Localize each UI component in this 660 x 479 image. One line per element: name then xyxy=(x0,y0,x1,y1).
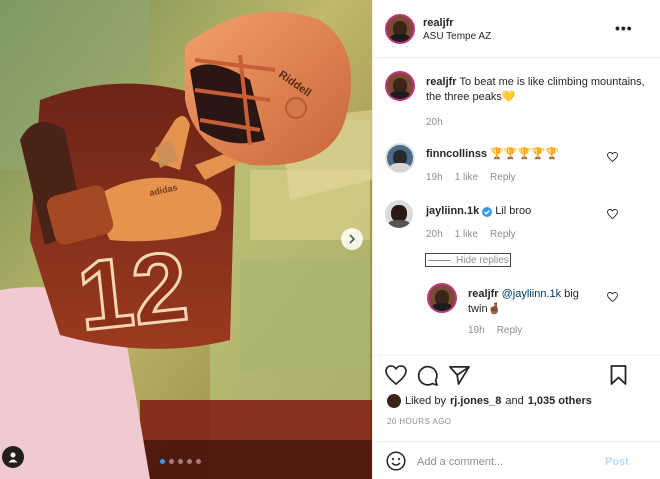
caption-time[interactable]: 20h xyxy=(426,117,443,128)
comments-list[interactable]: realjfr To beat me is like climbing moun… xyxy=(373,59,660,355)
likes-summary: Liked by rj.jones_8 and 1,035 others xyxy=(387,394,592,408)
reply-text: big xyxy=(564,288,579,300)
reply-time[interactable]: 19h xyxy=(468,325,485,336)
header-location[interactable]: ASU Tempe AZ xyxy=(423,31,491,42)
liked-by-label: Liked by xyxy=(405,395,446,407)
hide-replies-button[interactable]: Hide replies xyxy=(425,253,511,267)
like-comment-heart-icon[interactable] xyxy=(607,152,618,162)
avatar[interactable] xyxy=(385,14,415,44)
caption-username[interactable]: realjfr xyxy=(426,76,457,88)
reply-button[interactable]: Reply xyxy=(490,229,516,240)
comment-username[interactable]: finncollinss xyxy=(426,148,487,160)
comment-username[interactable]: jayliinn.1k xyxy=(426,204,479,219)
football-player-photo: adidas Riddell 12 xyxy=(0,0,372,479)
comment-icon[interactable] xyxy=(417,365,438,386)
more-options-button[interactable]: ••• xyxy=(615,20,633,36)
mention-link[interactable]: @jayliinn.1k xyxy=(502,288,561,300)
avatar[interactable] xyxy=(387,394,401,408)
avatar[interactable] xyxy=(385,200,413,228)
comment-text: Lil broo xyxy=(495,205,532,217)
like-heart-icon[interactable] xyxy=(385,365,407,385)
carousel-dot xyxy=(178,459,183,464)
carousel-dot xyxy=(169,459,174,464)
header-username[interactable]: realjfr xyxy=(423,17,454,29)
carousel-dot xyxy=(160,459,165,464)
jersey-number: 12 xyxy=(73,230,193,351)
chevron-right-icon xyxy=(349,234,356,244)
avatar[interactable] xyxy=(385,71,415,101)
share-icon[interactable] xyxy=(449,365,470,385)
post-actions: Liked by rj.jones_8 and 1,035 others 20 … xyxy=(373,355,660,479)
emoji-icon[interactable] xyxy=(386,451,406,471)
likes-and-label: and xyxy=(505,395,524,407)
comment-time[interactable]: 19h xyxy=(426,172,443,183)
comment-input[interactable] xyxy=(417,453,597,471)
divider xyxy=(428,259,450,261)
comment-text: 🏆🏆🏆🏆🏆 xyxy=(490,148,559,160)
comment-likes[interactable]: 1 like xyxy=(455,229,478,240)
post-timestamp[interactable]: 20 HOURS AGO xyxy=(387,417,451,426)
likes-others[interactable]: 1,035 others xyxy=(528,395,592,407)
comment-likes[interactable]: 1 like xyxy=(455,172,478,183)
hide-replies-label: Hide replies xyxy=(456,254,509,266)
caption-text: To beat me is like climbing mountains, t… xyxy=(426,76,645,103)
post-header: realjfr ASU Tempe AZ ••• xyxy=(373,0,660,58)
reply-button[interactable]: Reply xyxy=(497,325,523,336)
carousel-indicator xyxy=(160,459,201,464)
add-comment-bar: Post xyxy=(373,441,660,479)
post-comment-button[interactable]: Post xyxy=(605,456,629,468)
carousel-dot xyxy=(187,459,192,464)
carousel-dot xyxy=(196,459,201,464)
reply-username[interactable]: realjfr xyxy=(468,288,499,300)
person-icon xyxy=(8,452,18,463)
tagged-users-button[interactable] xyxy=(2,446,24,468)
comment-time[interactable]: 20h xyxy=(426,229,443,240)
reply-text: twin🤞🏾 xyxy=(468,303,502,315)
bookmark-icon[interactable] xyxy=(610,365,627,385)
like-comment-heart-icon[interactable] xyxy=(607,292,618,302)
liked-by-user[interactable]: rj.jones_8 xyxy=(450,395,501,407)
avatar[interactable] xyxy=(385,143,415,173)
reply-button[interactable]: Reply xyxy=(490,172,516,183)
avatar[interactable] xyxy=(427,283,457,313)
post-image[interactable]: adidas Riddell 12 xyxy=(0,0,372,479)
like-comment-heart-icon[interactable] xyxy=(607,209,618,219)
verified-badge-icon xyxy=(482,206,493,217)
post-details-panel: realjfr ASU Tempe AZ ••• realjfr To beat… xyxy=(372,0,660,479)
next-image-button[interactable] xyxy=(341,228,363,250)
